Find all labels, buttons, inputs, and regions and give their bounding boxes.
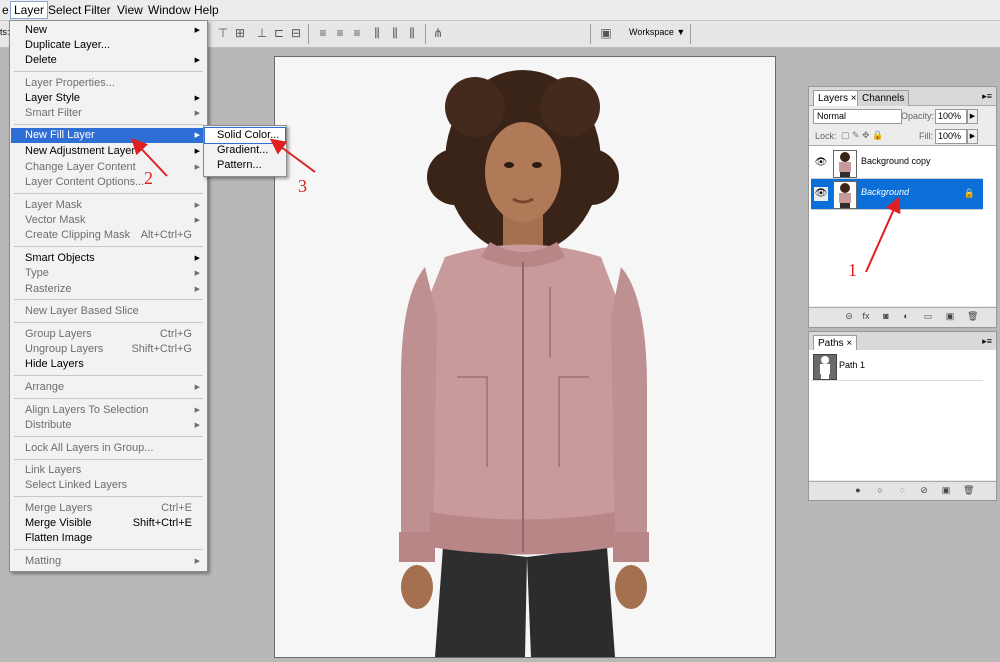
- annotation-arrow-1: [865, 196, 901, 273]
- annotation-label-2: 2: [144, 168, 153, 188]
- annotation-arrows: [131, 138, 901, 273]
- annotation-arrow-3: [269, 138, 316, 173]
- annotation-label-3: 3: [298, 176, 307, 196]
- annotation-label-1: 1: [848, 260, 857, 280]
